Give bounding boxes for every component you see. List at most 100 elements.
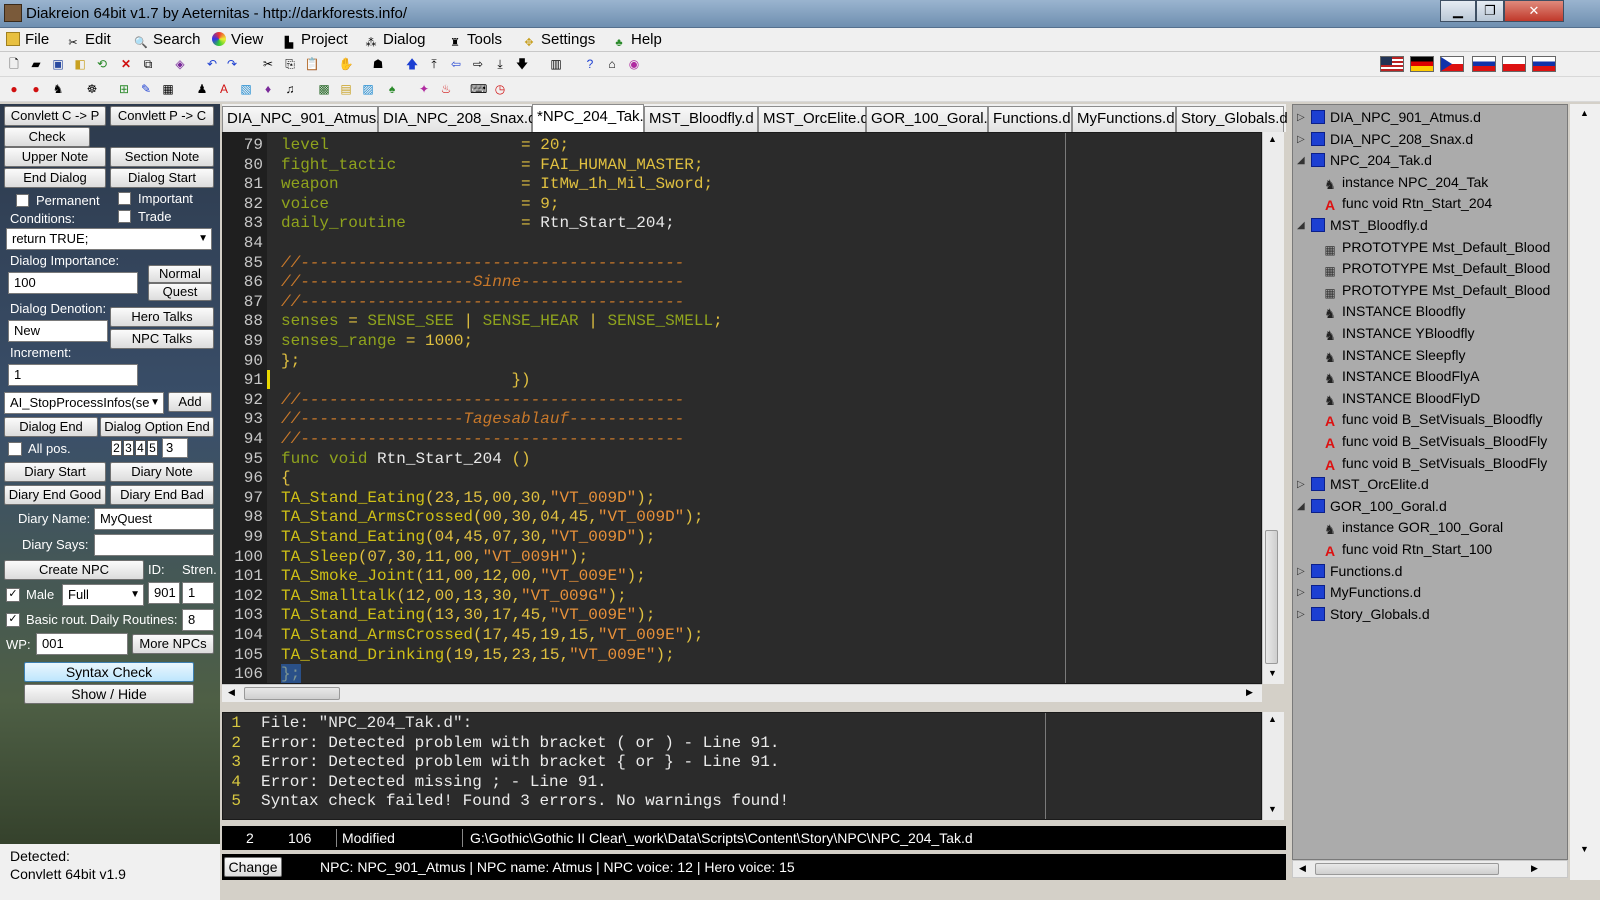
creature-icon[interactable]: ☸ (84, 81, 100, 97)
tree-node[interactable]: Afunc void B_SetVisuals_Bloodfly (1323, 409, 1543, 430)
tree-node[interactable]: Afunc void B_SetVisuals_BloodFly (1323, 453, 1547, 474)
tree-node[interactable]: ▷ Functions.d (1297, 561, 1402, 582)
flag-czech-icon[interactable] (1440, 56, 1464, 72)
cut-icon[interactable]: ✂ (260, 56, 276, 72)
reload-icon[interactable]: ⟲ (94, 56, 110, 72)
fire-icon[interactable]: ♨ (438, 81, 454, 97)
flag-polish-icon[interactable] (1502, 56, 1526, 72)
home-icon[interactable]: ⌂ (604, 56, 620, 72)
dialog-start-button[interactable]: Dialog Start (110, 168, 214, 188)
tree-node[interactable]: ♞ INSTANCE YBloodfly (1323, 323, 1474, 344)
maximize-button[interactable]: ❐ (1476, 0, 1504, 22)
tree-node[interactable]: ♞ INSTANCE Bloodfly (1323, 301, 1465, 322)
normal-button[interactable]: Normal (148, 265, 212, 283)
body-select[interactable]: Full ▼ (62, 584, 144, 606)
scroll-down-icon[interactable]: ▼ (1268, 804, 1277, 814)
editor-hscroll-thumb[interactable] (244, 687, 340, 700)
collapse-icon[interactable]: ◢ (1297, 496, 1305, 517)
new-file-icon[interactable]: 🗋 (6, 56, 22, 72)
tree-node[interactable]: ♞ instance GOR_100_Goral (1323, 517, 1503, 538)
conditions-select[interactable]: return TRUE; ▼ (6, 228, 212, 250)
paste-icon[interactable]: 📋 (304, 56, 320, 72)
down-arrow-icon[interactable]: 🡇 (514, 56, 530, 72)
diary-name-input[interactable]: MyQuest (94, 508, 214, 530)
wp-input[interactable]: 001 (36, 633, 128, 655)
tree-node[interactable]: ♞ INSTANCE BloodFlyD (1323, 388, 1480, 409)
minimize-button[interactable]: ▁ (1440, 0, 1476, 22)
basic-rout-checkbox[interactable]: ✓ (6, 613, 20, 627)
denotion-input[interactable]: New (8, 320, 108, 342)
bulb-icon[interactable]: ♦ (260, 81, 276, 97)
scroll-icon[interactable]: ⌨ (470, 81, 487, 97)
editor-vertical-scrollbar[interactable]: ▲ ▼ (1262, 132, 1284, 684)
grid-icon[interactable]: ▦ (160, 81, 176, 97)
project-open-icon[interactable]: ◈ (172, 56, 188, 72)
globe-icon[interactable]: ◉ (626, 56, 642, 72)
tab-mst-bloodfly-d[interactable]: MST_Bloodfly.d (644, 106, 758, 132)
tree-node[interactable]: ◢ GOR_100_Goral.d (1297, 496, 1447, 517)
close-file-icon[interactable]: ✕ (118, 56, 134, 72)
trade-checkbox[interactable] (118, 210, 131, 223)
tree-node[interactable]: ▦ PROTOTYPE Mst_Default_Blood (1323, 280, 1550, 301)
all-pos-checkbox[interactable] (8, 442, 22, 456)
syntax-check-button[interactable]: Syntax Check (24, 662, 194, 682)
chest-icon[interactable]: ▤ (338, 81, 354, 97)
tab-dia-npc-901-atmus-d[interactable]: DIA_NPC_901_Atmus.d (222, 106, 389, 132)
pos-5-button[interactable]: 5 (147, 440, 158, 456)
importance-input[interactable]: 100 (8, 272, 138, 294)
flag-slovak-icon[interactable] (1472, 56, 1496, 72)
map-icon[interactable]: ⊞ (116, 81, 132, 97)
pos-3-button[interactable]: 3 (123, 440, 134, 456)
expand-icon[interactable]: ▷ (1297, 582, 1305, 603)
code-editor[interactable]: 79 80 81 82 83 84 85 86 87 88 89 90 91 92 93 94 95 96 97 98… (222, 132, 1262, 684)
scroll-up-icon[interactable]: ▲ (1580, 108, 1589, 118)
add-button[interactable]: Add (168, 392, 212, 412)
tab-gor-100-goral-d[interactable]: GOR_100_Goral.d (866, 106, 996, 132)
tree-node[interactable]: ▷ MST_OrcElite.d (1297, 474, 1429, 495)
diary-end-bad-button[interactable]: Diary End Bad (110, 485, 214, 505)
flag-german-icon[interactable] (1410, 56, 1434, 72)
collapse-icon[interactable]: ◢ (1297, 215, 1305, 236)
end-dialog-button[interactable]: End Dialog (4, 168, 106, 188)
increment-input[interactable]: 1 (8, 364, 138, 386)
output-panel[interactable]: 1 File: "NPC_204_Tak.d": 2 Error: Detected … (222, 712, 1262, 820)
tree-node[interactable]: ♞ INSTANCE BloodFlyA (1323, 366, 1479, 387)
scroll-left-icon[interactable]: ◀ (1299, 863, 1306, 874)
convlett-p-to-c-button[interactable]: Convlett P -> C (110, 106, 214, 126)
scroll-down-icon[interactable]: ▼ (1580, 844, 1589, 854)
tab-dia-npc-208-snax-d[interactable]: DIA_NPC_208_Snax.d (378, 106, 536, 132)
image-icon[interactable]: ▧ (238, 81, 254, 97)
create-npc-button[interactable]: Create NPC (4, 560, 144, 580)
columns-icon[interactable]: ▥ (548, 56, 564, 72)
dialog-option-end-button[interactable]: Dialog Option End (100, 417, 214, 437)
menu-project[interactable]: ▙ Project (282, 31, 348, 50)
tree-node[interactable]: ♞ instance NPC_204_Tak (1323, 172, 1488, 193)
dialog-end-button[interactable]: Dialog End (4, 417, 98, 437)
expand-icon[interactable]: ▷ (1297, 129, 1305, 150)
npc-talks-button[interactable]: NPC Talks (110, 329, 214, 349)
hero-talks-button[interactable]: Hero Talks (110, 307, 214, 327)
expand-icon[interactable]: ▷ (1297, 561, 1305, 582)
scroll-up-icon[interactable]: ▲ (1268, 134, 1277, 144)
diary-start-button[interactable]: Diary Start (4, 462, 106, 482)
down-bar-icon[interactable]: ⤓ (492, 56, 508, 72)
file-tree[interactable]: ▷ DIA_NPC_901_Atmus.d ▷ DIA_NPC_208_Snax.d ◢… (1292, 104, 1568, 860)
tree-node[interactable]: ▷ DIA_NPC_901_Atmus.d (1297, 107, 1481, 128)
section-note-button[interactable]: Section Note (110, 147, 214, 167)
tree-node[interactable]: Afunc void Rtn_Start_100 (1323, 539, 1492, 560)
pos-2-button[interactable]: 2 (111, 440, 122, 456)
close-all-icon[interactable]: ⧉ (140, 56, 156, 72)
redo-icon[interactable]: ↷ (224, 56, 240, 72)
convlett-c-to-p-button[interactable]: Convlett C -> P (4, 106, 106, 126)
id-input[interactable]: 901 (148, 582, 180, 604)
world-icon[interactable]: ▩ (316, 81, 332, 97)
tree-scroll-thumb[interactable] (1315, 863, 1499, 875)
up-bar-icon[interactable]: ⤒ (426, 56, 442, 72)
copy-icon[interactable]: ⎘ (282, 56, 298, 72)
menu-help[interactable]: ♣ Help (612, 31, 661, 50)
output-vertical-scrollbar[interactable]: ▲ ▼ (1262, 712, 1284, 820)
ai-command-select[interactable]: AI_StopProcessInfos(se ▼ (4, 392, 164, 414)
up-arrow-icon[interactable]: 🡅 (404, 56, 420, 72)
save-all-icon[interactable]: ◧ (72, 56, 88, 72)
expand-icon[interactable]: ▷ (1297, 474, 1305, 495)
